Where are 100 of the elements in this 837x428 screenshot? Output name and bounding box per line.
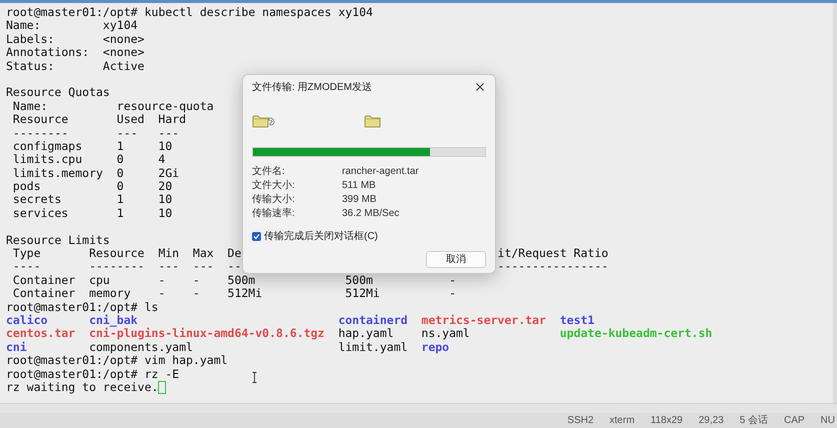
cancel-button[interactable]: 取消 [426, 251, 486, 268]
file-name: components.yaml [89, 340, 193, 354]
info-label: 传输速率: [252, 208, 295, 219]
column-rule: -- [228, 259, 242, 274]
file-name: centos.tar [6, 326, 76, 340]
info-value: 511 MB [342, 179, 376, 193]
table-cell: pods [12, 179, 41, 194]
section-heading: Resource Quotas [6, 85, 110, 100]
table-cell: 1 [116, 192, 124, 206]
table-cell: - [158, 286, 166, 300]
field-value: <none> [102, 32, 144, 46]
column-header: Min [158, 246, 180, 260]
field-label: Labels: [6, 32, 54, 46]
info-value: rancher-agent.tar [342, 165, 419, 179]
table-cell: 1 [116, 138, 124, 153]
field-label: Name: [6, 18, 41, 32]
info-label: 传输大小: [252, 194, 295, 205]
table-cell: - [449, 286, 456, 300]
table-cell: 20 [158, 179, 172, 194]
table-cell: 1 [116, 206, 124, 220]
column-header: De [228, 246, 242, 260]
command-line: root@master01:/opt# ls [6, 300, 158, 314]
table-cell: 2Gi [158, 166, 180, 180]
table-cell: 10 [158, 192, 172, 206]
command-line: root@master01:/opt# rz -E [6, 366, 180, 381]
table-cell: 0 [116, 179, 124, 194]
column-rule: --- [192, 259, 214, 274]
file-name: metrics-server.tar [421, 312, 546, 327]
info-label: 文件名: [252, 166, 285, 177]
table-cell: 10 [158, 138, 172, 153]
table-cell: 512Mi [228, 286, 262, 300]
table-cell: - [449, 272, 456, 287]
close-icon [476, 83, 484, 91]
close-after-checkbox[interactable] [252, 232, 261, 241]
status-item: 29,23 [698, 414, 724, 428]
text-cursor-icon [252, 372, 257, 383]
file-name: cni-plugins-linux-amd64-v0.8.6.tgz [89, 326, 324, 340]
table-cell: - [158, 272, 166, 287]
column-header: Max [192, 246, 214, 260]
column-rule: -------- [89, 259, 144, 274]
status-item: CAP [784, 414, 805, 428]
field-value: xy104 [102, 19, 138, 33]
column-rule: ---- [12, 259, 41, 274]
close-button[interactable] [474, 81, 486, 93]
info-label: 文件大小: [252, 180, 295, 191]
table-cell: limits.cpu [12, 152, 82, 166]
table-cell: Container [12, 272, 76, 287]
table-cell: secrets [12, 192, 62, 206]
table-cell: 500m [345, 272, 373, 287]
field-value: <none> [102, 46, 144, 60]
folder-icon [364, 114, 382, 128]
column-header: Resource [12, 112, 68, 126]
table-cell: 512Mi [345, 286, 380, 300]
column-header: Resource [89, 246, 144, 260]
field-label: Annotations: [6, 45, 90, 60]
column-header: Used [116, 112, 144, 126]
table-cell: cpu [89, 272, 110, 287]
file-name: test1 [560, 312, 594, 327]
table-cell: - [192, 272, 200, 287]
command-line: root@master01:/opt# kubectl describe namespaces xy104 [6, 5, 373, 19]
column-rule: --- [158, 259, 180, 274]
command-line: root@master01:/opt# vim hap.yaml [6, 353, 228, 368]
column-rule: --- [116, 126, 138, 140]
file-name: cni_bak [89, 312, 138, 327]
horizontal-scrollbar[interactable] [0, 403, 837, 413]
table-cell: configmaps [12, 138, 82, 153]
field-label: Status: [6, 58, 54, 73]
file-name: containerd [338, 312, 408, 327]
column-header: Hard [158, 112, 186, 126]
file-name: update-kubeadm-cert.sh [560, 326, 712, 340]
column-rule: --- [158, 126, 180, 140]
status-item: NU [820, 414, 835, 428]
field-value: Active [102, 60, 144, 73]
file-name: limit.yaml [338, 340, 408, 354]
table-cell: limits.memory [12, 166, 103, 180]
table-cell: - [192, 286, 200, 300]
status-item: SSH2 [567, 414, 594, 428]
table-cell: Container [12, 286, 76, 300]
column-header: it/Request Ratio [498, 246, 608, 260]
column-rule: -------- [12, 126, 68, 140]
table-cell: 500m [228, 272, 256, 287]
info-value: 399 MB [342, 193, 376, 207]
table-cell: 0 [116, 152, 124, 166]
file-name: calico [6, 312, 48, 327]
checkbox-label: 传输完成后关闭对话框(C) [264, 230, 378, 244]
status-item: 118x29 [650, 414, 683, 428]
field-value: resource-quota [116, 100, 214, 114]
table-cell: 4 [158, 152, 166, 166]
folder-transfer-icon [252, 114, 276, 128]
output-line: rz waiting to receive. [6, 380, 158, 394]
table-cell: services [12, 206, 68, 220]
file-name: repo [421, 340, 450, 354]
field-label: Name: [12, 98, 48, 113]
status-item: xterm [610, 414, 635, 428]
table-cell: 10 [158, 206, 172, 220]
section-heading: Resource Limits [6, 232, 110, 247]
column-header: Type [12, 246, 41, 260]
status-item: 5 会话 [740, 414, 768, 428]
info-value: 36.2 MB/Sec [342, 207, 400, 221]
file-name: hap.yaml [338, 326, 394, 340]
